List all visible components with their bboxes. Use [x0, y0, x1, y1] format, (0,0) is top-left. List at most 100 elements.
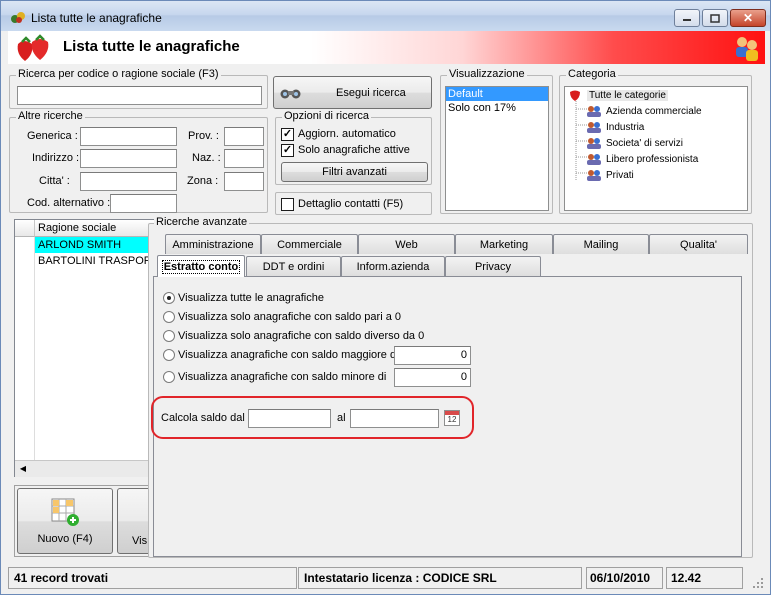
header-banner: Lista tutte le anagrafiche	[8, 31, 765, 64]
tab-privacy[interactable]: Privacy	[445, 256, 541, 276]
tree-label-privati: Privati	[606, 169, 634, 181]
maximize-icon	[710, 13, 720, 23]
table-row[interactable]: ARLOND SMITH	[35, 237, 155, 253]
new-record-icon	[51, 498, 79, 526]
greater-value-input[interactable]: 0	[394, 346, 471, 365]
less-value-input[interactable]: 0	[394, 368, 471, 387]
search-options-legend: Opzioni di ricerca	[282, 110, 371, 122]
tab-web[interactable]: Web	[358, 234, 455, 254]
tree-label-industria: Industria	[606, 121, 645, 133]
generica-label: Generica :	[27, 130, 78, 142]
scroll-left-icon[interactable]: ◀	[17, 463, 29, 474]
close-button[interactable]: ✕	[730, 9, 766, 27]
naz-input[interactable]	[224, 149, 264, 168]
status-time: 12.42	[666, 567, 743, 589]
tree-label-servizi: Societa' di servizi	[606, 137, 683, 149]
banner-title: Lista tutte le anagrafiche	[63, 38, 240, 55]
tab-inform-azienda[interactable]: Inform.azienda	[341, 256, 445, 276]
search-code-legend: Ricerca per codice o ragione sociale (F3…	[16, 68, 221, 80]
radio-less-label: Visualizza anagrafiche con saldo minore …	[178, 371, 387, 383]
minimize-icon	[683, 19, 691, 21]
tree-root[interactable]: Tutte le categorie	[568, 89, 668, 101]
radio-all[interactable]	[163, 292, 175, 304]
tree-label-azienda: Azienda commerciale	[606, 105, 702, 117]
auto-update-label: Aggiorn. automatico	[298, 128, 396, 140]
tree-item-libero[interactable]: Libero professionista	[587, 153, 698, 165]
advanced-search-legend: Ricerche avanzate	[154, 216, 250, 228]
grid-row-selector	[15, 237, 35, 477]
cod-alt-input[interactable]	[110, 194, 177, 213]
display-legend: Visualizzazione	[447, 68, 527, 80]
display-group: Visualizzazione Default Solo con 17%	[440, 68, 553, 214]
group-icon	[587, 154, 601, 165]
strawberry-small-icon	[570, 90, 580, 101]
advanced-search-group: Ricerche avanzate Amministrazione Commer…	[148, 216, 753, 558]
tab-qualita[interactable]: Qualita'	[649, 234, 748, 254]
app-icon	[11, 12, 25, 23]
tree-item-azienda[interactable]: Azienda commerciale	[587, 105, 702, 117]
other-search-legend: Altre ricerche	[16, 110, 85, 122]
prov-input[interactable]	[224, 127, 264, 146]
radio-all-label: Visualizza tutte le anagrafiche	[178, 292, 324, 304]
citta-input[interactable]	[80, 172, 177, 191]
contact-detail-checkbox[interactable]	[281, 198, 294, 211]
radio-greater-label: Visualizza anagrafiche con saldo maggior…	[178, 349, 399, 361]
display-listbox[interactable]: Default Solo con 17%	[445, 86, 549, 211]
tab-amministrazione[interactable]: Amministrazione	[165, 234, 261, 254]
tab-commerciale[interactable]: Commerciale	[261, 234, 358, 254]
category-legend: Categoria	[566, 68, 618, 80]
display-option-default[interactable]: Default	[446, 87, 548, 101]
binoculars-icon	[280, 89, 301, 98]
grid-scrollbar[interactable]: ◀	[15, 460, 155, 477]
other-search-group: Altre ricerche Generica : Indirizzo : Ci…	[9, 110, 268, 213]
tab-ddt-ordini[interactable]: DDT e ordini	[246, 256, 341, 276]
new-button[interactable]: Nuovo (F4)	[17, 488, 113, 554]
group-icon	[587, 170, 601, 181]
zona-input[interactable]	[224, 172, 264, 191]
table-row[interactable]: BARTOLINI TRASPOR	[35, 253, 155, 269]
cod-alt-label: Cod. alternativo :	[27, 197, 111, 209]
main-window: Lista tutte le anagrafiche ✕ Lista tutte…	[0, 0, 771, 595]
generica-input[interactable]	[80, 127, 177, 146]
tab-estratto-conto[interactable]: Estratto conto	[157, 255, 245, 277]
category-group: Categoria Tutte le categorie Azienda com…	[559, 68, 752, 214]
tab-marketing[interactable]: Marketing	[455, 234, 553, 254]
search-code-group: Ricerca per codice o ragione sociale (F3…	[9, 68, 268, 109]
contact-detail-group: Dettaglio contatti (F5)	[275, 192, 432, 215]
auto-update-checkbox[interactable]: ✓	[281, 128, 294, 141]
users-icon	[736, 37, 758, 61]
run-search-button[interactable]: Esegui ricerca	[273, 76, 432, 109]
tab-estratto-conto-label: Estratto conto	[161, 259, 241, 274]
indirizzo-label: Indirizzo :	[32, 152, 80, 164]
status-date: 06/10/2010	[586, 567, 663, 589]
radio-nonzero-label: Visualizza solo anagrafiche con saldo di…	[178, 330, 425, 342]
only-active-checkbox[interactable]: ✓	[281, 144, 294, 157]
tab-mailing[interactable]: Mailing	[553, 234, 649, 254]
records-grid[interactable]: Ragione sociale ARLOND SMITH BARTOLINI T…	[14, 219, 155, 477]
radio-zero[interactable]	[163, 311, 175, 323]
maximize-button[interactable]	[702, 9, 728, 27]
display-option-17[interactable]: Solo con 17%	[446, 101, 548, 115]
category-tree[interactable]: Tutte le categorie Azienda commerciale I…	[564, 86, 748, 211]
resize-grip-icon[interactable]	[752, 577, 764, 589]
advanced-filters-button[interactable]: Filtri avanzati	[281, 162, 428, 182]
prov-label: Prov. :	[188, 130, 219, 142]
citta-label: Citta' :	[39, 175, 70, 187]
radio-greater[interactable]	[163, 349, 175, 361]
radio-nonzero[interactable]	[163, 330, 175, 342]
tree-item-privati[interactable]: Privati	[587, 169, 634, 181]
minimize-button[interactable]	[674, 9, 700, 27]
grid-header-ragione-sociale[interactable]: Ragione sociale	[35, 220, 155, 237]
search-options-group: Opzioni di ricerca ✓ Aggiorn. automatico…	[275, 110, 432, 185]
radio-less[interactable]	[163, 371, 175, 383]
toolbar: Nuovo (F4) Vis	[14, 485, 157, 557]
status-records: 41 record trovati	[8, 567, 297, 589]
tree-item-servizi[interactable]: Societa' di servizi	[587, 137, 683, 149]
tree-label-libero: Libero professionista	[606, 153, 699, 165]
tree-item-industria[interactable]: Industria	[587, 121, 644, 133]
only-active-label: Solo anagrafiche attive	[298, 144, 410, 156]
search-code-input[interactable]	[17, 86, 262, 105]
view-button-label: Vis	[132, 535, 148, 547]
advanced-filters-label: Filtri avanzati	[322, 166, 387, 178]
indirizzo-input[interactable]	[80, 149, 177, 168]
